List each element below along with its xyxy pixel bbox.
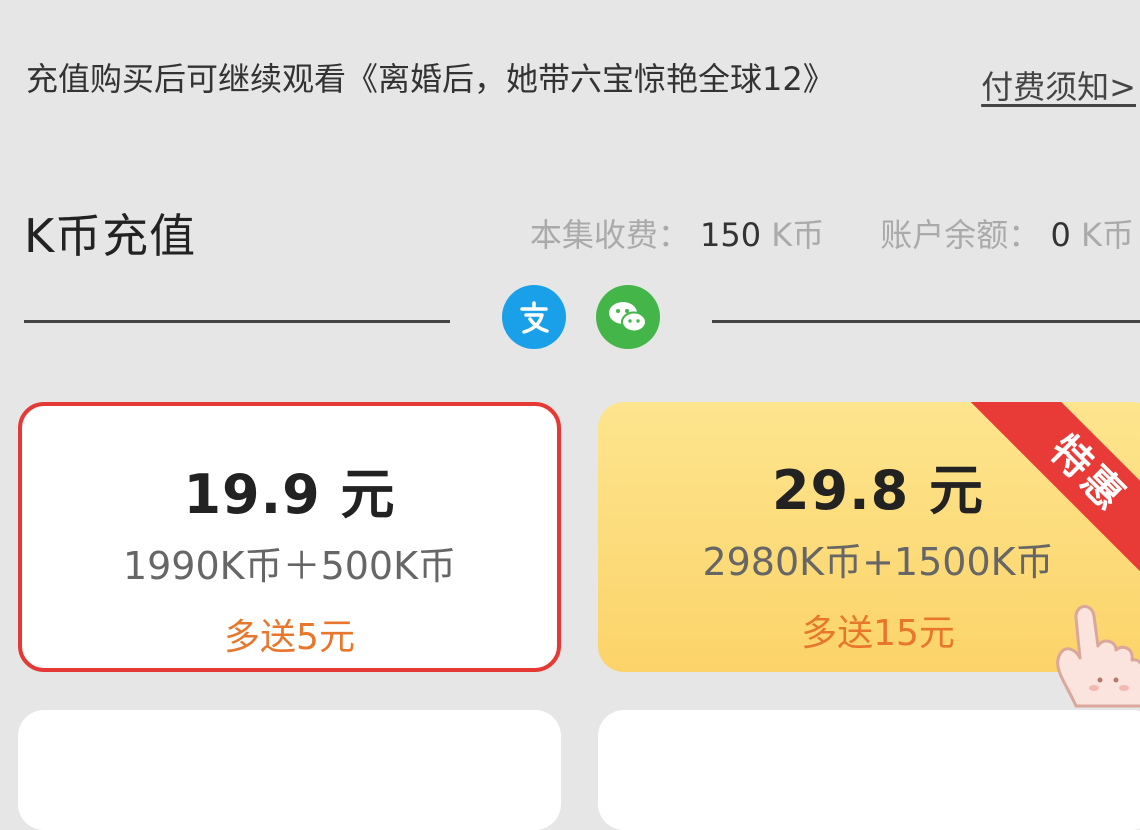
- alipay-glyph: [520, 301, 549, 334]
- balance-label: 账户余额：: [880, 216, 1041, 254]
- package-card-partial[interactable]: [18, 710, 561, 830]
- divider-right: [712, 320, 1140, 323]
- balance-value: 0: [1050, 216, 1071, 254]
- package-card-partial[interactable]: [598, 710, 1140, 830]
- currency-unit: K币: [1081, 216, 1134, 254]
- alipay-icon[interactable]: [502, 285, 566, 349]
- package-coins: 2980K币+1500K币: [702, 540, 1054, 584]
- currency-unit: K币: [771, 216, 825, 254]
- package-card-19-9[interactable]: 19.9 元 1990K币＋500K币 多送5元: [18, 402, 561, 672]
- recharge-title: K币充值: [24, 209, 197, 263]
- package-price: 19.9 元: [183, 463, 396, 526]
- pointing-hand-icon: [1056, 605, 1140, 708]
- wechat-glyph: [609, 302, 647, 333]
- account-balance: 账户余额： 0 K币: [880, 210, 1134, 256]
- episode-fee-label: 本集收费：: [529, 216, 690, 254]
- divider-left: [24, 320, 450, 323]
- episode-fee: 本集收费： 150 K币: [530, 210, 824, 256]
- package-coins: 1990K币＋500K币: [122, 544, 457, 588]
- package-bonus: 多送5元: [224, 617, 355, 658]
- wechat-pay-icon[interactable]: [596, 285, 660, 349]
- payment-terms-link[interactable]: 付费须知>: [981, 62, 1136, 108]
- episode-fee-value: 150: [700, 216, 762, 254]
- cut-off-header: [0, 0, 1140, 8]
- unlock-notice: 充值购买后可继续观看《离婚后，她带六宝惊艳全球12》: [26, 60, 835, 98]
- fee-info: 本集收费： 150 K币 账户余额： 0 K币: [530, 210, 1134, 256]
